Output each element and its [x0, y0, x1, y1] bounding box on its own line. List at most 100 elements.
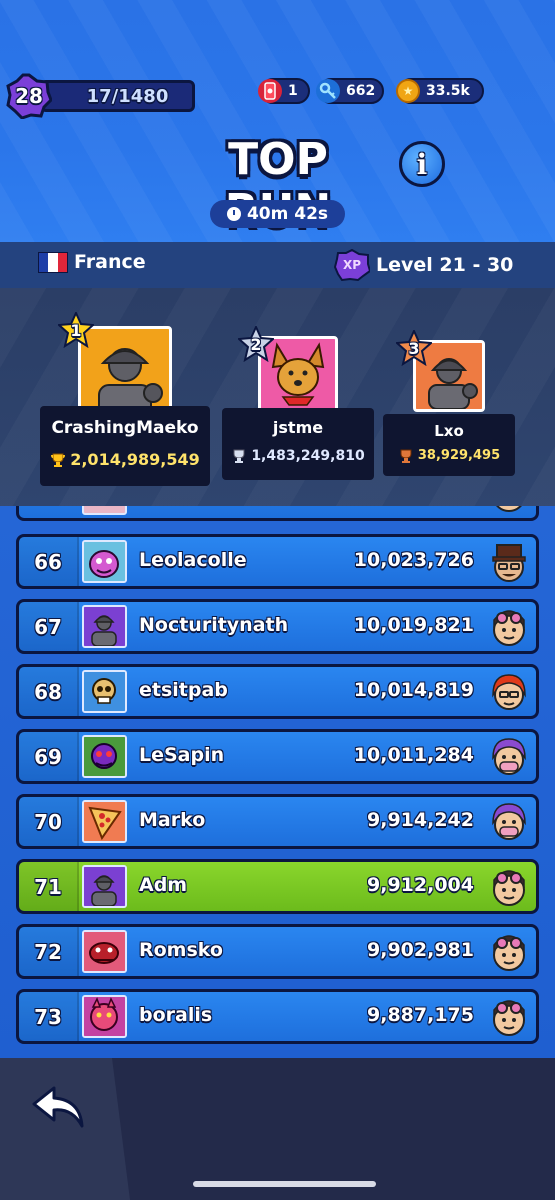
filter-bar: France XP Level 21 - 30 — [0, 242, 555, 288]
country-name: France — [74, 251, 146, 273]
podium-score-2: 1,483,249,810 — [222, 448, 374, 464]
skull-monster-avatar-icon — [82, 670, 127, 713]
table-row[interactable] — [16, 506, 539, 521]
france-flag-icon — [38, 251, 68, 273]
row-rank: 72 — [19, 927, 79, 976]
xp-progress-bar[interactable]: 17/1480 — [40, 80, 195, 112]
leaderboard-list[interactable]: 66 Leolacolle 10,023,726 67 Nocturitynat… — [0, 506, 555, 1058]
rank-2-badge: 2 — [238, 326, 274, 362]
podium-score-3: 38,929,495 — [383, 448, 515, 463]
podium-name-1: CrashingMaeko — [51, 418, 199, 438]
goggles-hero-icon — [493, 610, 525, 646]
row-name: Romsko — [139, 939, 223, 961]
silhouette-avatar-icon — [81, 329, 169, 417]
pink-monster-avatar-icon — [82, 540, 127, 583]
purple-hair-hero-icon — [492, 803, 526, 840]
row-rank: 71 — [19, 862, 79, 911]
level-range-filter[interactable]: XP Level 21 - 30 — [334, 249, 513, 281]
level-range-text: Level 21 - 30 — [376, 254, 514, 276]
table-row[interactable]: 72 Romsko 9,902,981 — [16, 924, 539, 979]
back-button[interactable] — [30, 1082, 90, 1132]
back-arrow-icon — [32, 1086, 84, 1128]
pizza-avatar-icon — [82, 800, 127, 843]
hero-icon — [496, 506, 522, 512]
default-silhouette-avatar-icon — [82, 605, 127, 648]
rank-1-badge: 1 — [58, 312, 94, 348]
row-rank: 67 — [19, 602, 79, 651]
xp-progress-text: 17/1480 — [86, 85, 169, 107]
event-timer: 40m 42s — [210, 200, 345, 228]
row-rank: 70 — [19, 797, 79, 846]
purple-mask-avatar-icon — [82, 735, 127, 778]
row-name: etsitpab — [139, 679, 228, 701]
info-button[interactable]: i — [399, 141, 445, 187]
goggles-hero-icon — [493, 870, 525, 906]
row-name: Marko — [139, 809, 206, 831]
xp-icon: XP — [334, 249, 370, 281]
rank-2-number: 2 — [250, 334, 262, 354]
podium-score-1-value: 2,014,989,549 — [70, 450, 200, 469]
currency-keys[interactable]: 662 — [316, 78, 384, 104]
player-level-badge[interactable]: 28 — [6, 73, 52, 119]
energy-can-icon — [258, 79, 282, 103]
red-creature-avatar-icon — [82, 930, 127, 973]
clock-icon — [226, 207, 241, 221]
row-rank: 69 — [19, 732, 79, 781]
row-name: boralis — [139, 1004, 213, 1026]
keys-value: 662 — [346, 83, 376, 99]
rank-3-number: 3 — [408, 338, 420, 358]
table-row[interactable]: 67 Nocturitynath 10,019,821 — [16, 599, 539, 654]
podium-score-1: 2,014,989,549 — [40, 450, 210, 469]
podium-card-3[interactable]: Lxo 38,929,495 — [383, 414, 515, 476]
table-row[interactable]: 73 boralis 9,887,175 — [16, 989, 539, 1044]
player-level: 28 — [15, 84, 43, 108]
row-score: 9,902,981 — [367, 939, 474, 961]
row-rank: 68 — [19, 667, 79, 716]
row-score: 10,023,726 — [353, 549, 474, 571]
default-silhouette-avatar-icon — [82, 865, 127, 908]
red-hair-hero-icon — [492, 674, 526, 710]
coins-value: 33.5k — [426, 83, 470, 99]
podium-name-2: jstme — [272, 418, 324, 437]
purple-hair-hero-icon — [492, 738, 526, 775]
currency-coins[interactable]: ★ 33.5k — [396, 78, 484, 104]
row-score: 9,887,175 — [367, 1004, 474, 1026]
country-filter[interactable]: France — [38, 251, 146, 273]
podium: 1 CrashingMaeko 2,014,989,549 2 jstme 1,… — [0, 288, 555, 506]
timer-value: 40m 42s — [246, 204, 329, 224]
key-icon — [316, 79, 340, 103]
top-hat-hero-icon — [492, 544, 526, 582]
gold-trophy-icon — [51, 453, 66, 467]
podium-card-2[interactable]: jstme 1,483,249,810 — [222, 408, 374, 480]
podium-name-3: Lxo — [434, 422, 464, 440]
goggles-hero-icon — [493, 1000, 525, 1036]
currency-energy[interactable]: 1 — [258, 78, 310, 104]
energy-value: 1 — [288, 83, 298, 99]
table-row[interactable]: 68 etsitpab 10,014,819 — [16, 664, 539, 719]
table-row[interactable]: 66 Leolacolle 10,023,726 — [16, 534, 539, 589]
row-score: 9,914,242 — [367, 809, 474, 831]
coin-icon: ★ — [396, 79, 420, 103]
table-row[interactable]: 69 LeSapin 10,011,284 — [16, 729, 539, 784]
bronze-trophy-icon — [400, 449, 412, 463]
row-name: Leolacolle — [139, 549, 247, 571]
podium-score-3-value: 38,929,495 — [417, 448, 501, 463]
goggles-hero-icon — [493, 935, 525, 971]
row-name: LeSapin — [139, 744, 225, 766]
table-row[interactable]: 70 Marko 9,914,242 — [16, 794, 539, 849]
info-icon: i — [416, 147, 428, 181]
home-indicator[interactable] — [193, 1181, 376, 1187]
podium-score-2-value: 1,483,249,810 — [251, 448, 365, 464]
podium-card-1[interactable]: CrashingMaeko 2,014,989,549 — [40, 406, 210, 486]
xp-label: XP — [342, 258, 362, 272]
pink-beast-avatar-icon — [82, 995, 127, 1038]
rank-1-number: 1 — [70, 320, 82, 340]
row-rank: 73 — [19, 992, 79, 1041]
row-name: Nocturitynath — [139, 614, 289, 636]
row-score: 10,011,284 — [353, 744, 474, 766]
row-rank: 66 — [19, 537, 79, 586]
row-score: 10,019,821 — [353, 614, 474, 636]
table-row-current-player[interactable]: 71 Adm 9,912,004 — [16, 859, 539, 914]
row-score: 9,912,004 — [367, 874, 474, 896]
row-score: 10,014,819 — [353, 679, 474, 701]
